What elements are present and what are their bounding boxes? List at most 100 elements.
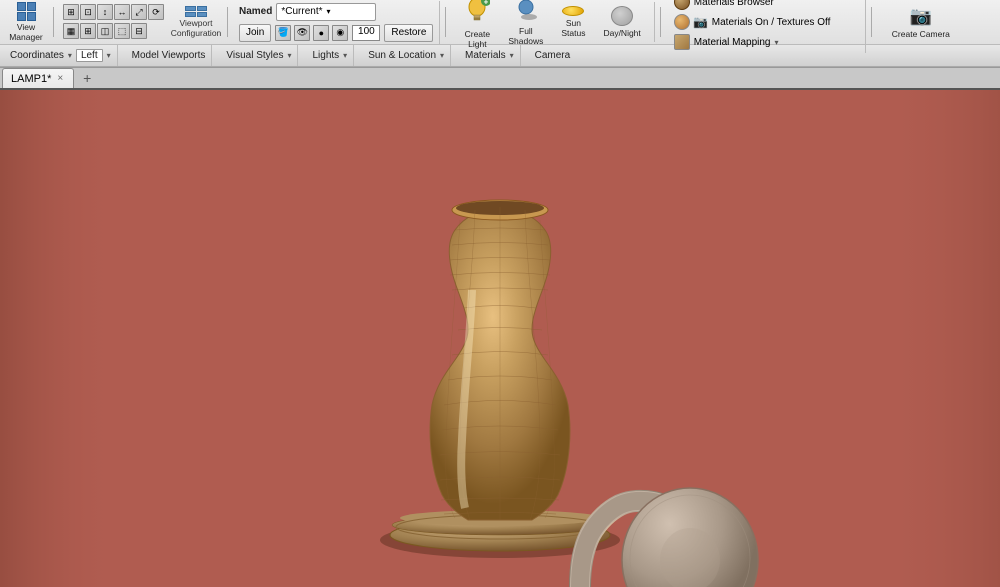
tool-icon-8[interactable]: ⊞ (80, 23, 96, 39)
camera-icon: 📷 (910, 6, 932, 27)
model-viewports-section-label[interactable]: Model Viewports (126, 45, 213, 66)
mat-camera-small: 📷 (694, 15, 708, 29)
coordinates-arrow: ▾ (68, 51, 72, 60)
named-label: Named (239, 6, 272, 17)
lights-arrow: ▾ (343, 51, 347, 60)
tool-icon-6[interactable]: ⟳ (148, 4, 164, 20)
materials-browser-row[interactable]: Materials Browser (672, 0, 859, 11)
model-viewports-label: Model Viewports (132, 50, 206, 61)
lightbulb-icon: + (464, 0, 490, 27)
materials-section-label[interactable]: Materials ▾ (459, 45, 521, 66)
named-row: Named *Current* ▾ (239, 3, 433, 21)
lights-group: + Create Light Full Shadows (451, 2, 654, 42)
toolbar: View Manager ⊞ ⊡ ↕ ↔ ⤢ ⟳ ▦ ⊞ ◫ ⬚ (0, 0, 1000, 68)
tab-bar: LAMP1* × + (0, 68, 1000, 90)
mat-mapping-icon (674, 34, 690, 50)
create-camera-button[interactable]: 📷 Create Camera (885, 3, 957, 41)
add-tab-button[interactable]: + (78, 70, 96, 86)
top-tools-row: ⊞ ⊡ ↕ ↔ ⤢ ⟳ (63, 4, 164, 20)
full-shadows-icon (513, 0, 539, 24)
opacity-input[interactable]: 100 (352, 25, 380, 41)
viewport-config-label: Viewport Configuration (171, 19, 222, 38)
materials-label: Materials (465, 50, 506, 61)
visual-styles-section-label[interactable]: Visual Styles ▾ (220, 45, 298, 66)
material-mapping-arrow: ▾ (775, 38, 779, 47)
svg-text:+: + (484, 0, 489, 6)
viewport-config-button[interactable]: Viewport Configuration (170, 3, 222, 41)
sun-status-label: Sun Status (561, 18, 585, 38)
materials-on-textures-label: Materials On / Textures Off (712, 17, 831, 28)
materials-on-textures-row[interactable]: 📷 Materials On / Textures Off (672, 13, 859, 31)
viewport-section: ⊞ ⊡ ↕ ↔ ⤢ ⟳ ▦ ⊞ ◫ ⬚ ⊟ (59, 2, 168, 42)
coordinates-label: Coordinates (10, 50, 64, 61)
divider (53, 7, 54, 37)
left-label: Left (76, 49, 103, 62)
day-night-label: Day/Night (603, 28, 640, 38)
named-buttons-row: Join 🪣 👁 ● ◉ 100 Restore (239, 24, 433, 42)
tool-icon-3[interactable]: ↕ (97, 4, 113, 20)
camera-label: Camera (535, 50, 571, 61)
application: View Manager ⊞ ⊡ ↕ ↔ ⤢ ⟳ ▦ ⊞ ◫ ⬚ (0, 0, 1000, 587)
mat-on-icon (674, 14, 690, 30)
eye-icon[interactable]: 👁 (294, 25, 310, 41)
view-manager-icon (17, 2, 36, 21)
named-dropdown[interactable]: *Current* ▾ (276, 3, 376, 21)
divider5 (871, 7, 872, 37)
tab-name: LAMP1* (11, 73, 51, 85)
material-mapping-label: Material Mapping (694, 37, 771, 48)
named-dropdown-value: *Current* (281, 6, 322, 17)
lamp-tab[interactable]: LAMP1* × (2, 68, 74, 88)
lights-section-label[interactable]: Lights ▾ (306, 45, 354, 66)
tool-icon-11[interactable]: ⊟ (131, 23, 147, 39)
toolbar-row1: View Manager ⊞ ⊡ ↕ ↔ ⤢ ⟳ ▦ ⊞ ◫ ⬚ (0, 0, 1000, 45)
tool-icon-1[interactable]: ⊞ (63, 4, 79, 20)
tool-icon-7[interactable]: ▦ (63, 23, 79, 39)
camera-section: 📷 Create Camera (877, 1, 965, 43)
restore-button[interactable]: Restore (384, 24, 433, 42)
viewport-config-icon (185, 6, 207, 17)
divider3 (445, 7, 446, 37)
materials-arrow: ▾ (510, 51, 514, 60)
camera-section-label[interactable]: Camera (529, 45, 577, 66)
left-arrow: ▾ (107, 51, 111, 60)
sun-location-arrow: ▾ (440, 51, 444, 60)
divider2 (227, 7, 228, 37)
tool-icon-5[interactable]: ⤢ (131, 4, 147, 20)
material-mapping-row[interactable]: Material Mapping ▾ (672, 33, 859, 51)
tool-icon-2[interactable]: ⊡ (80, 4, 96, 20)
materials-section: Materials Browser 📷 Materials On / Textu… (666, 0, 866, 53)
named-section: Named *Current* ▾ Join 🪣 👁 ● ◉ (233, 1, 440, 44)
visual-styles-label: Visual Styles (226, 50, 283, 61)
join-button[interactable]: Join (239, 24, 271, 42)
sun-location-section-label[interactable]: Sun & Location ▾ (362, 45, 451, 66)
bottom-tools-row: ▦ ⊞ ◫ ⬚ ⊟ (63, 23, 147, 39)
materials-sphere-icon (674, 0, 690, 10)
tool-icon-10[interactable]: ⬚ (114, 23, 130, 39)
sun-location-label: Sun & Location (368, 50, 436, 61)
tab-close-button[interactable]: × (57, 74, 63, 84)
create-light-button[interactable]: + Create Light (457, 3, 497, 41)
scene-svg (0, 90, 1000, 587)
view-manager-button[interactable]: View Manager (4, 3, 48, 41)
day-night-button[interactable]: Day/Night (596, 3, 647, 41)
opacity-value: 100 (358, 26, 375, 37)
full-shadows-button[interactable]: Full Shadows (501, 3, 550, 41)
view-manager-label: View Manager (9, 22, 43, 42)
full-shadows-label: Full Shadows (508, 26, 543, 46)
sun-icon (562, 6, 584, 16)
coordinates-section-label[interactable]: Coordinates ▾ Left ▾ (4, 45, 118, 66)
tool-icon-9[interactable]: ◫ (97, 23, 113, 39)
day-night-icon (611, 6, 633, 26)
sphere2-icon[interactable]: ● (313, 25, 329, 41)
tool-icon-4[interactable]: ↔ (114, 4, 130, 20)
viewport: [...ent] (0, 90, 1000, 587)
dropdown-arrow: ▾ (327, 7, 331, 16)
divider4 (660, 7, 661, 37)
lights-label: Lights (312, 50, 339, 61)
visual-styles-arrow: ▾ (287, 51, 291, 60)
create-camera-label: Create Camera (892, 29, 950, 39)
sun-status-button[interactable]: Sun Status (554, 3, 592, 41)
paint-bucket-icon[interactable]: 🪣 (275, 25, 291, 41)
materials-browser-label: Materials Browser (694, 0, 774, 8)
sphere3-icon[interactable]: ◉ (332, 25, 348, 41)
